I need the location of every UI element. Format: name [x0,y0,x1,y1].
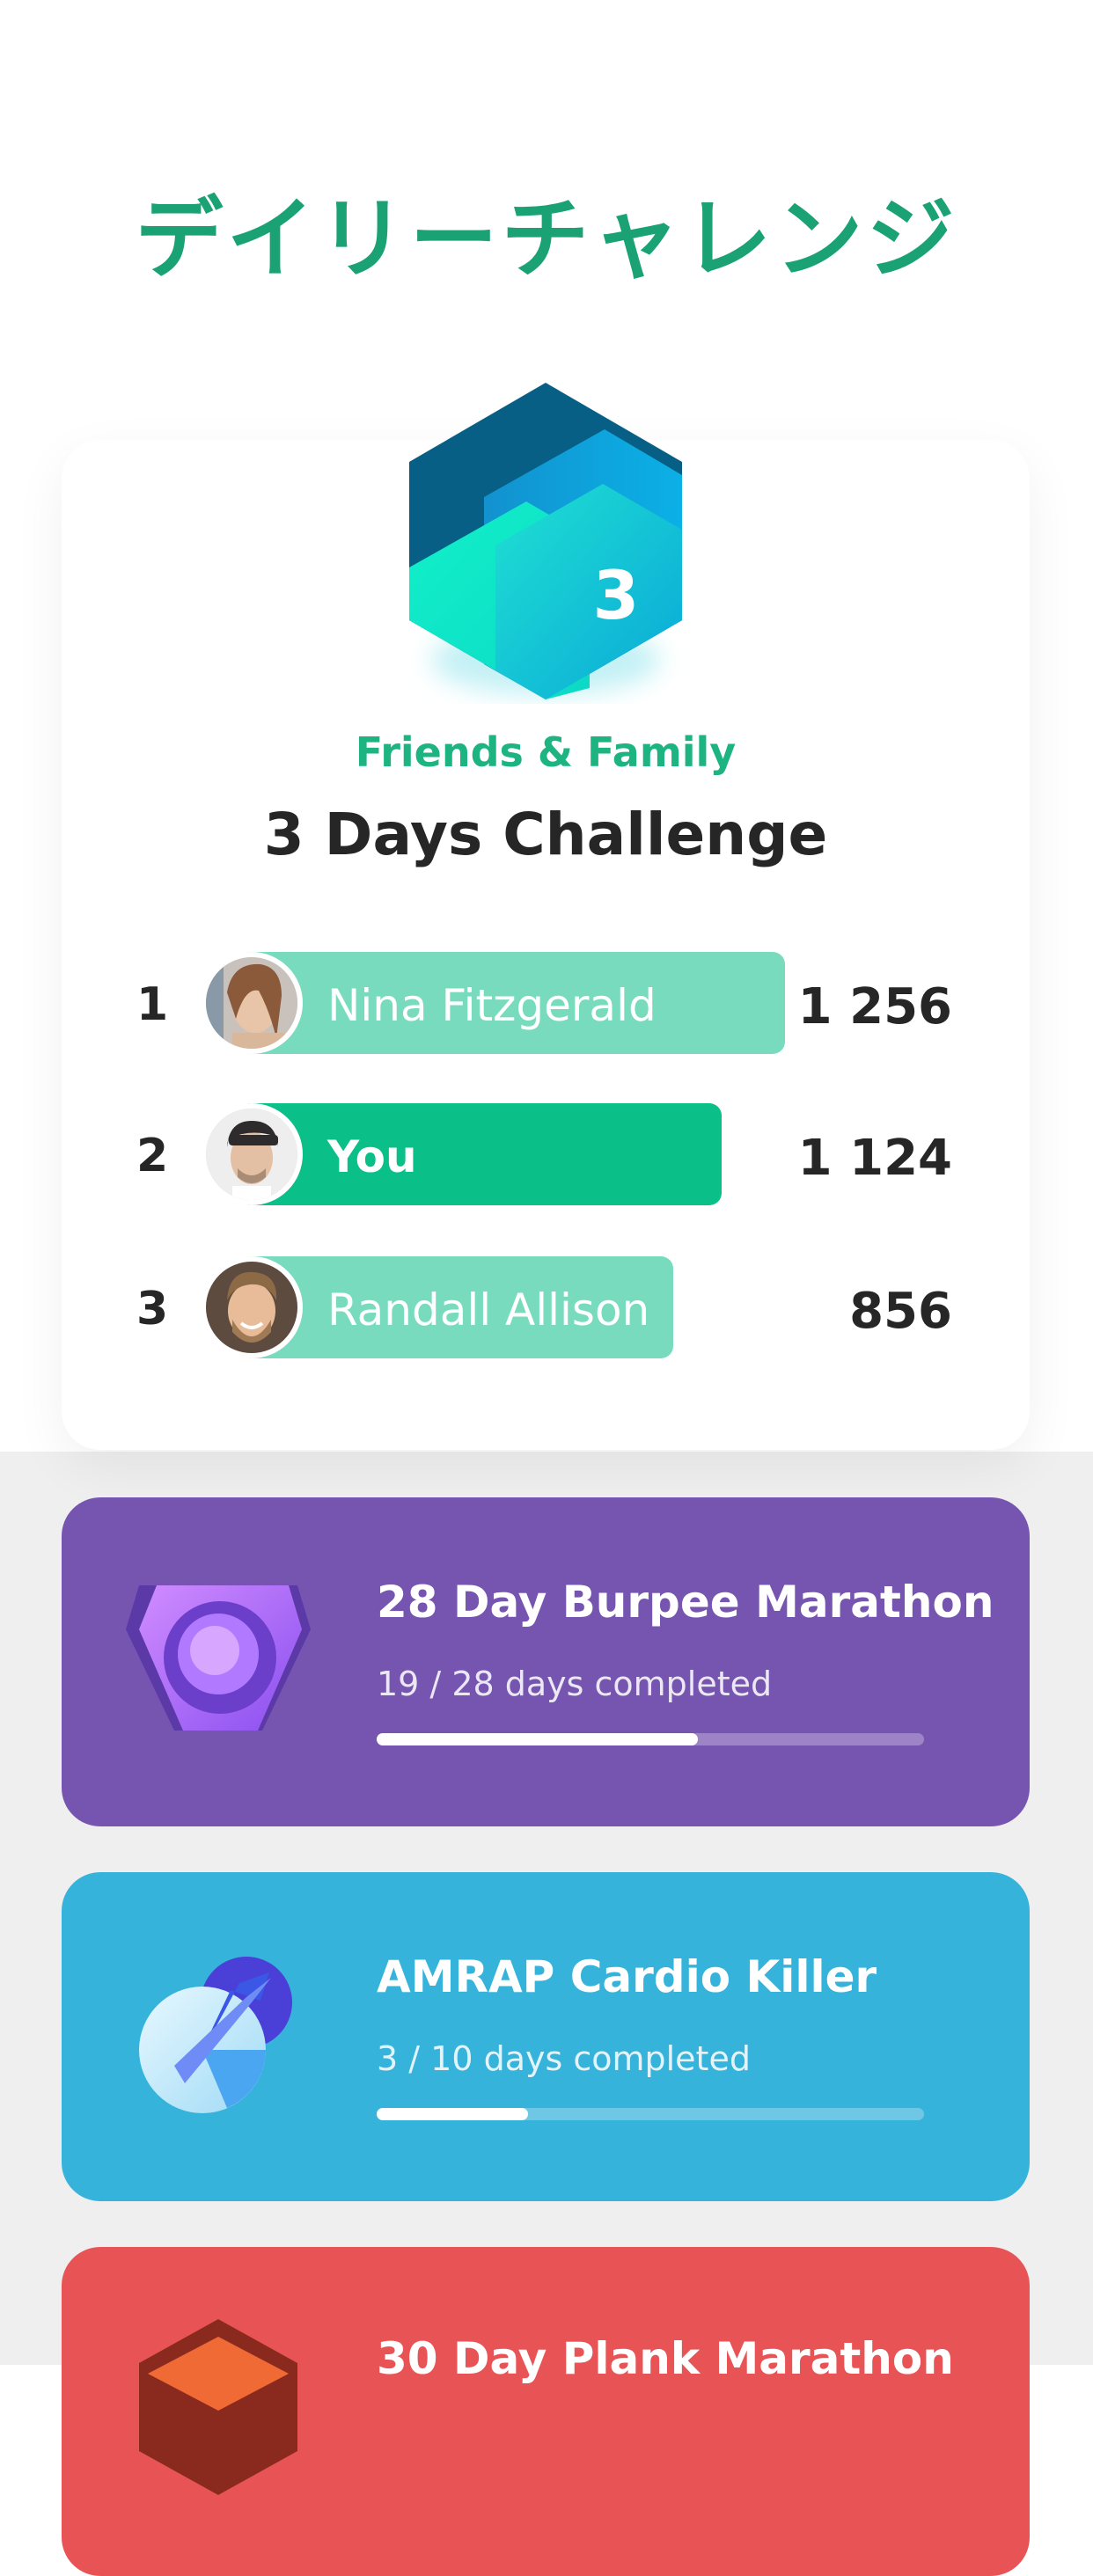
challenge-name: 28 Day Burpee Marathon [377,1577,994,1628]
rank-number: 1 [136,978,169,1031]
player-score: 1 124 [797,1130,952,1187]
leaderboard-row[interactable]: 2 You 1 124 [0,1103,1093,1205]
challenge-badge-icon [400,378,691,704]
challenge-category: Friends & Family [355,728,737,776]
challenge-progress-text: 19 / 28 days completed [377,1665,773,1703]
player-score: 1 256 [797,978,952,1036]
avatar [201,952,303,1054]
avatar [201,1103,303,1205]
daily-challenge-screen: デイリーチャレンジ 3 Friends & Family 3 Days Chal… [0,0,1093,2576]
player-score: 856 [849,1283,952,1340]
page-title: デイリーチャレンジ [135,187,958,290]
gem-icon [121,1577,315,1753]
score-bar [238,1103,722,1205]
progress-bar [377,1733,924,1745]
player-name: Nina Fitzgerald [327,980,657,1031]
challenge-progress-text: 3 / 10 days completed [377,2039,751,2078]
player-name: You [327,1131,417,1182]
progress-bar [377,2108,924,2120]
challenge-card[interactable]: AMRAP Cardio Killer 3 / 10 days complete… [62,1872,1030,2201]
rank-number: 2 [136,1130,169,1182]
challenge-title: 3 Days Challenge [263,801,828,868]
progress-fill [377,1733,698,1745]
arrow-orb-icon [121,1951,315,2127]
rank-number: 3 [136,1283,169,1336]
leaderboard-row[interactable]: 1 Nina Fitzgerald 1 256 [0,952,1093,1054]
hex-icon [121,2319,315,2495]
player-name: Randall Allison [327,1284,650,1336]
challenge-card[interactable]: 30 Day Plank Marathon [62,2247,1030,2576]
challenge-name: AMRAP Cardio Killer [377,1951,877,2002]
progress-fill [377,2108,528,2120]
challenge-name: 30 Day Plank Marathon [377,2333,954,2384]
leaderboard-row[interactable]: 3 Randall Allison 856 [0,1256,1093,1358]
badge-number: 3 [592,556,640,634]
challenge-card[interactable]: 28 Day Burpee Marathon 19 / 28 days comp… [62,1497,1030,1826]
avatar [201,1256,303,1358]
